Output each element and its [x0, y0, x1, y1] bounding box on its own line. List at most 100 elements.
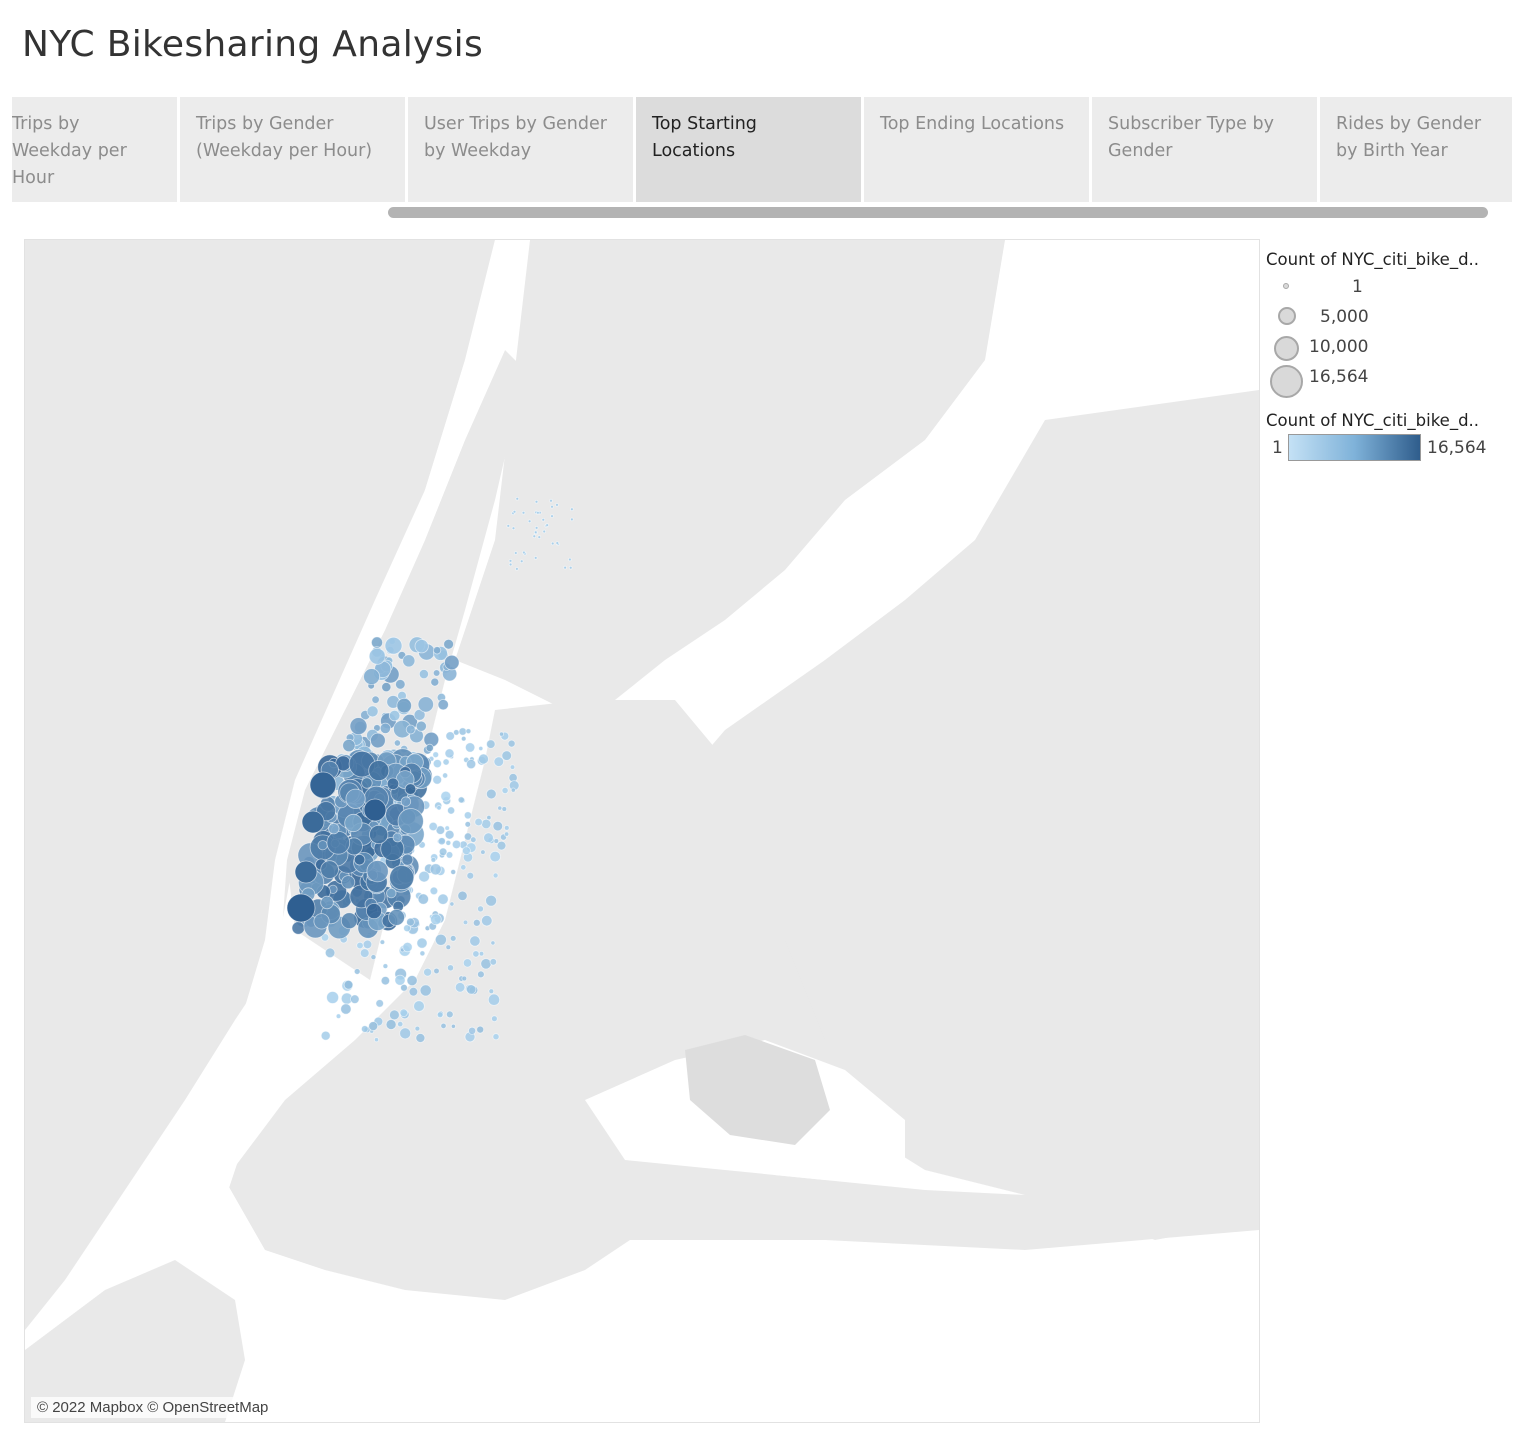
station-bubble[interactable]	[368, 647, 386, 665]
station-bubble[interactable]	[320, 895, 334, 910]
station-bubble[interactable]	[340, 1003, 352, 1015]
station-bubble[interactable]	[418, 870, 430, 883]
station-bubble[interactable]	[563, 565, 567, 570]
station-bubble[interactable]	[423, 967, 433, 977]
station-bubble[interactable]	[506, 524, 511, 528]
station-bubble[interactable]	[389, 865, 415, 891]
station-bubble[interactable]	[454, 982, 466, 993]
station-bubble[interactable]	[384, 636, 403, 655]
station-bubble[interactable]	[445, 840, 452, 846]
station-bubble[interactable]	[436, 1011, 444, 1019]
station-bubble[interactable]	[443, 638, 454, 650]
station-bubble[interactable]	[478, 753, 489, 765]
station-bubble[interactable]	[430, 857, 437, 863]
station-bubble[interactable]	[449, 901, 455, 907]
station-bubble[interactable]	[320, 860, 339, 879]
station-bubble[interactable]	[379, 939, 386, 945]
station-bubble[interactable]	[446, 964, 454, 972]
station-bubble[interactable]	[417, 696, 434, 713]
station-bubble[interactable]	[497, 805, 503, 811]
station-bubble[interactable]	[444, 748, 455, 759]
station-bubble[interactable]	[363, 668, 381, 686]
station-bubble[interactable]	[468, 1026, 477, 1035]
station-bubble[interactable]	[343, 979, 354, 990]
station-bubble[interactable]	[492, 820, 504, 832]
station-bubble[interactable]	[428, 821, 438, 832]
station-bubble[interactable]	[488, 988, 495, 994]
station-bubble[interactable]	[341, 875, 356, 890]
station-bubble[interactable]	[512, 509, 517, 514]
station-bubble[interactable]	[309, 771, 337, 799]
station-bubble[interactable]	[437, 699, 449, 711]
station-bubble[interactable]	[542, 529, 546, 534]
station-bubble[interactable]	[568, 557, 572, 562]
station-bubble[interactable]	[365, 903, 382, 920]
station-bubble[interactable]	[286, 893, 316, 923]
station-bubble[interactable]	[371, 695, 380, 704]
station-bubble[interactable]	[478, 951, 485, 957]
station-bubble[interactable]	[386, 887, 397, 899]
station-bubble[interactable]	[340, 912, 358, 930]
station-bubble[interactable]	[432, 646, 442, 655]
station-bubble[interactable]	[389, 1009, 400, 1021]
station-bubble[interactable]	[437, 837, 446, 846]
station-bubble[interactable]	[450, 869, 457, 875]
color-legend[interactable]: 1 16,564	[1266, 432, 1516, 472]
station-bubble[interactable]	[501, 806, 508, 812]
station-bubble[interactable]	[320, 1030, 331, 1041]
tab-trips-by-weekday[interactable]: Trips by Weekday per Hour	[12, 97, 180, 202]
tab-scrollbar-thumb[interactable]	[388, 207, 1488, 218]
station-bubble[interactable]	[394, 974, 406, 986]
station-bubble[interactable]	[501, 787, 509, 795]
station-bubble[interactable]	[415, 720, 427, 732]
station-bubble[interactable]	[363, 798, 387, 822]
station-bubble[interactable]	[301, 810, 325, 834]
station-bubble[interactable]	[463, 811, 472, 820]
station-bubble[interactable]	[465, 728, 472, 735]
station-bubble[interactable]	[491, 1015, 498, 1022]
station-bubble[interactable]	[380, 976, 390, 986]
station-bubble[interactable]	[476, 1025, 485, 1034]
station-bubble[interactable]	[396, 697, 412, 714]
station-bubble[interactable]	[432, 774, 443, 785]
station-bubble[interactable]	[356, 941, 364, 950]
station-bubble[interactable]	[570, 517, 574, 522]
station-bubble[interactable]	[397, 1020, 404, 1028]
station-bubble[interactable]	[385, 1019, 397, 1030]
station-bubble[interactable]	[513, 551, 518, 555]
station-bubble[interactable]	[381, 682, 392, 693]
station-bubble[interactable]	[515, 567, 519, 571]
station-bubble[interactable]	[369, 824, 389, 845]
station-bubble[interactable]	[401, 853, 414, 866]
station-bubble[interactable]	[440, 790, 452, 802]
station-bubble[interactable]	[510, 787, 516, 793]
station-bubble[interactable]	[550, 504, 554, 509]
station-bubble[interactable]	[442, 758, 450, 766]
station-bubble[interactable]	[519, 559, 524, 564]
station-bubble[interactable]	[481, 818, 492, 830]
station-bubble[interactable]	[487, 993, 501, 1006]
station-bubble[interactable]	[353, 968, 361, 975]
station-bubble[interactable]	[461, 736, 467, 742]
station-bubble[interactable]	[361, 777, 373, 789]
station-bubble[interactable]	[419, 950, 426, 957]
station-bubble[interactable]	[393, 739, 401, 747]
station-bubble[interactable]	[359, 948, 370, 958]
station-bubble[interactable]	[382, 963, 389, 969]
station-bubble[interactable]	[444, 825, 450, 831]
station-bubble[interactable]	[492, 1033, 500, 1041]
station-bubble[interactable]	[555, 541, 560, 545]
station-bubble[interactable]	[515, 496, 520, 501]
station-bubble[interactable]	[362, 939, 373, 950]
station-bubble[interactable]	[404, 783, 417, 795]
station-bubble[interactable]	[373, 1037, 379, 1043]
station-bubble[interactable]	[466, 984, 477, 995]
station-bubble[interactable]	[549, 498, 553, 503]
station-bubble[interactable]	[464, 821, 471, 828]
station-bubble[interactable]	[440, 1022, 447, 1030]
station-bubble[interactable]	[460, 864, 467, 871]
station-bubble[interactable]	[324, 947, 336, 959]
station-bubble[interactable]	[432, 759, 442, 769]
station-bubble[interactable]	[430, 913, 442, 926]
station-bubble[interactable]	[490, 940, 496, 946]
